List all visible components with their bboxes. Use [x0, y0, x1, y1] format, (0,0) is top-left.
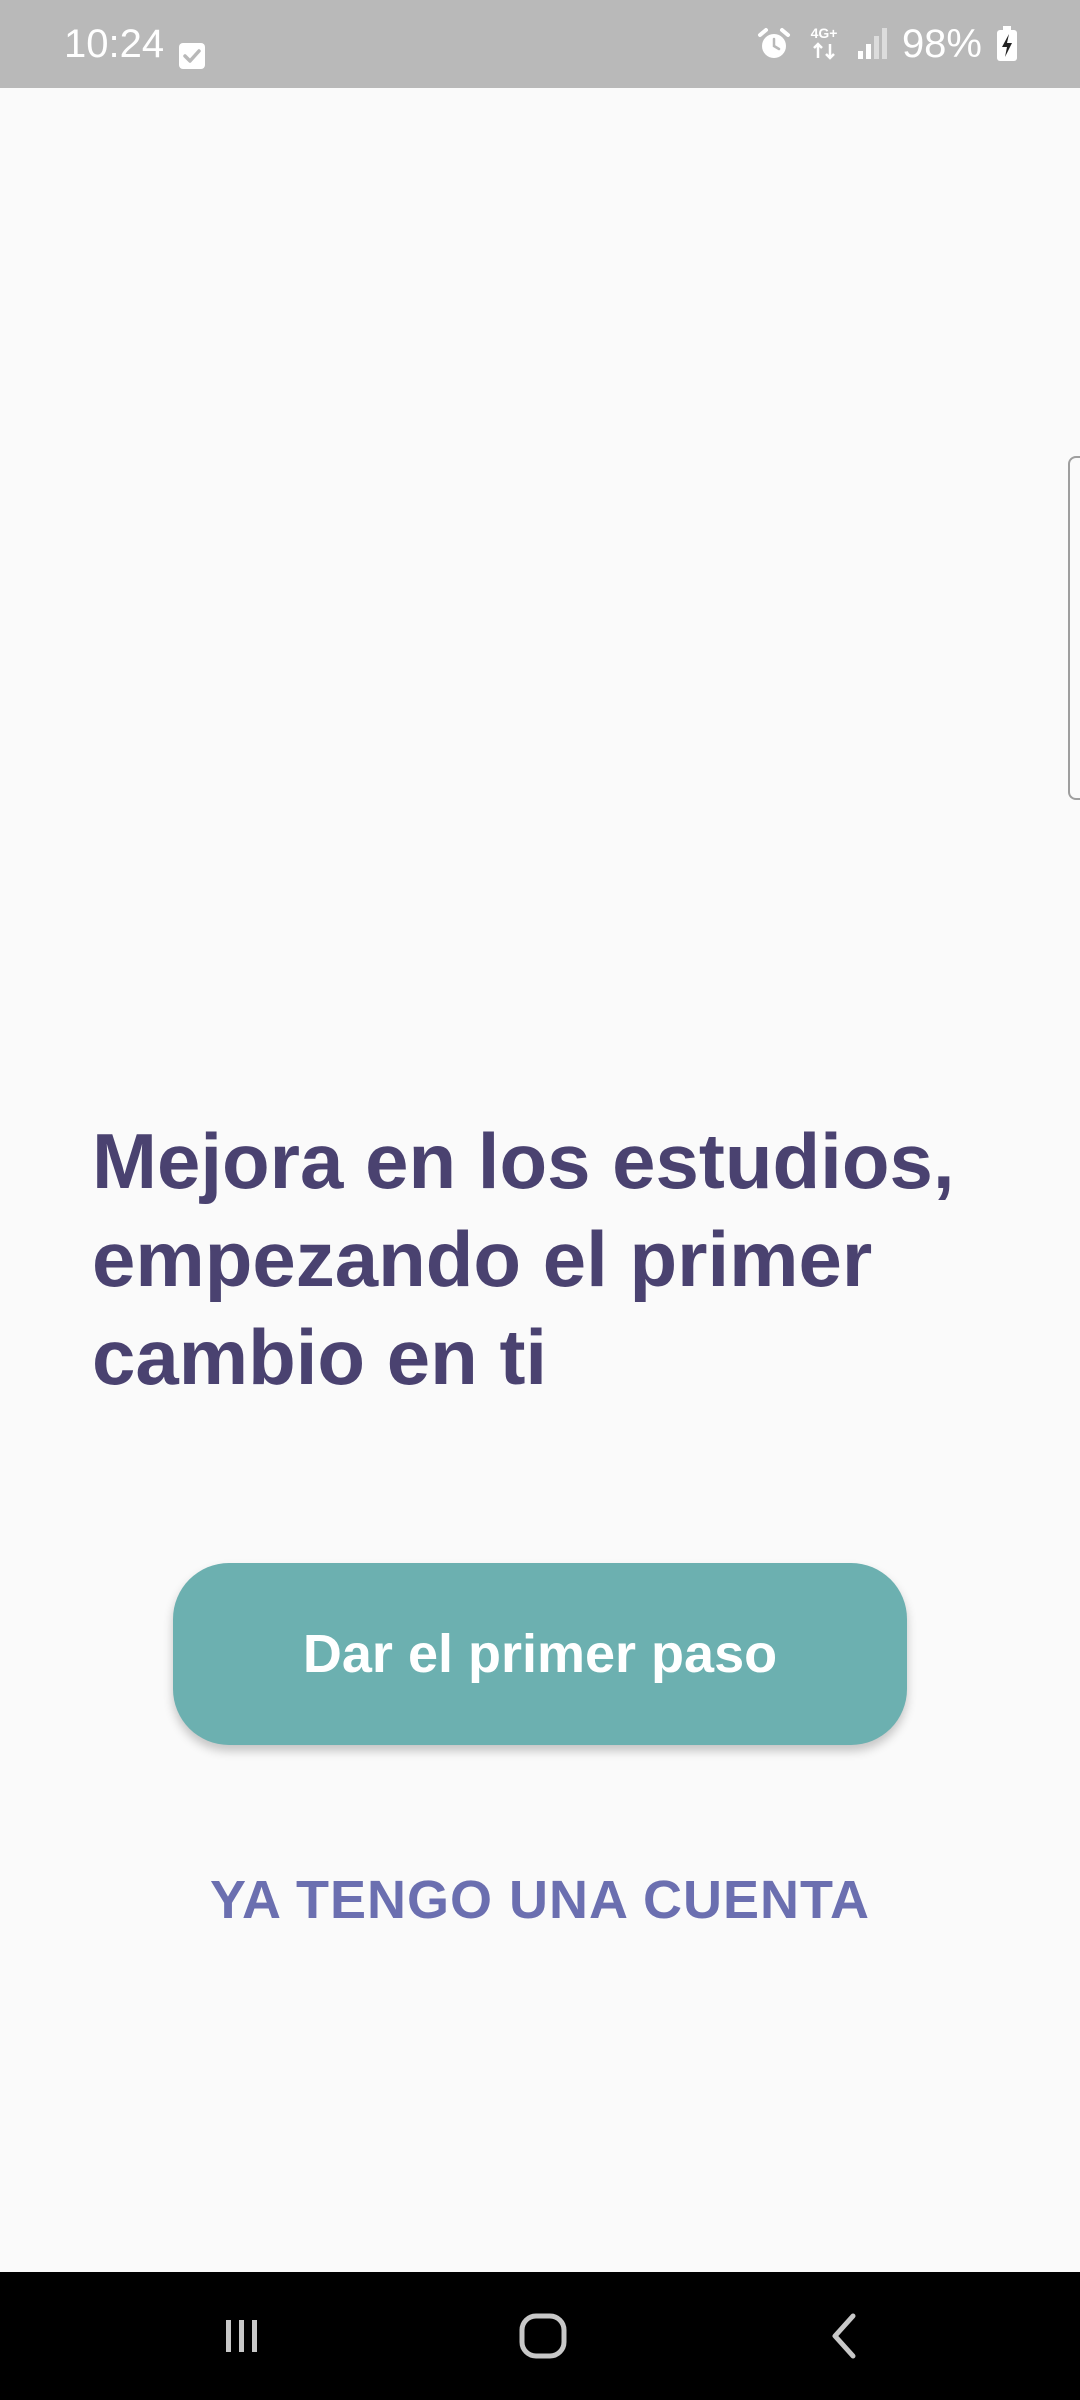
edge-panel-handle[interactable] — [1068, 456, 1080, 800]
headline: Mejora en los estudios, empezando el pri… — [92, 1117, 955, 1401]
back-icon[interactable] — [785, 2296, 905, 2376]
battery-charging-icon — [996, 26, 1018, 62]
recents-icon[interactable] — [182, 2296, 302, 2376]
home-icon[interactable] — [483, 2296, 603, 2376]
svg-text:4G+: 4G+ — [811, 25, 838, 41]
navigation-bar — [0, 2272, 1080, 2400]
battery-percentage: 98% — [901, 22, 982, 66]
checkbox-notification-icon — [178, 42, 206, 70]
first-step-button[interactable]: Dar el primer paso — [173, 1563, 907, 1745]
network-4g-icon: 4G+ — [806, 24, 842, 64]
alarm-icon — [756, 26, 792, 62]
status-time: 10:24 — [64, 22, 165, 66]
status-icons: 4G+ 98% — [756, 18, 1018, 70]
existing-account-button[interactable]: YA TENGO UNA CUENTA — [140, 1860, 940, 1940]
status-bar: 10:24 4G+ 98% — [0, 0, 1080, 88]
welcome-screen: 10:24 4G+ 98% Mejora en los estudios, em… — [0, 0, 1080, 2400]
signal-icon — [856, 27, 888, 61]
